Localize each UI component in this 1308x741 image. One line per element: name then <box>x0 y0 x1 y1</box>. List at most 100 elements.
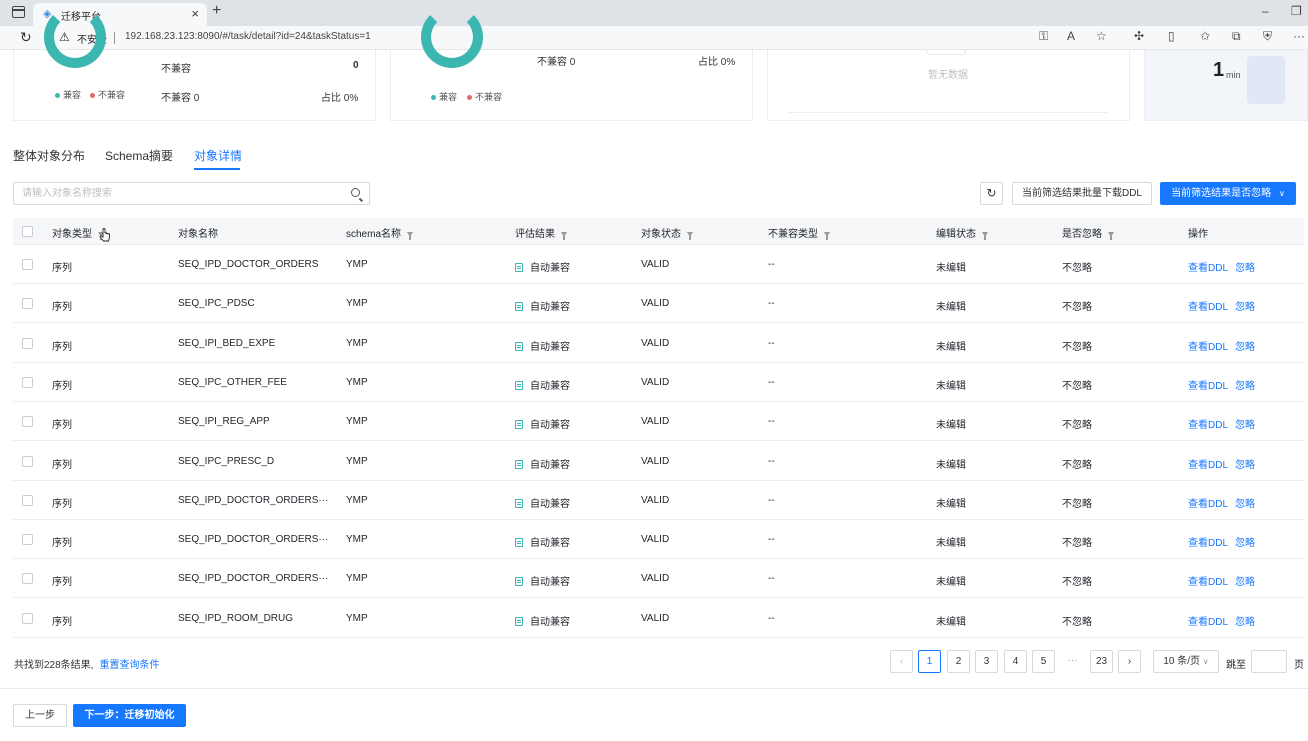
favorites-icon[interactable]: ✩ <box>1200 29 1210 43</box>
window-menu-icon[interactable] <box>12 6 25 18</box>
view-ddl-link[interactable]: 查看DDL <box>1188 538 1228 549</box>
prev-page-button[interactable]: ‹ <box>890 650 913 673</box>
cell-assess-result: 自动兼容 <box>515 613 570 628</box>
view-ddl-link[interactable]: 查看DDL <box>1188 577 1228 588</box>
restore-icon[interactable]: ❐ <box>1291 4 1302 18</box>
view-ddl-link[interactable]: 查看DDL <box>1188 342 1228 353</box>
next-page-button[interactable]: › <box>1118 650 1141 673</box>
cell-assess-result: 自动兼容 <box>515 534 570 549</box>
page-button[interactable]: 3 <box>975 650 998 673</box>
prev-step-button[interactable]: 上一步 <box>13 704 67 727</box>
table-row[interactable]: 序列 SEQ_IPD_DOCTOR_ORDERS··· YMP 自动兼容 VALID --… <box>13 559 1304 599</box>
url-text[interactable]: 192.168.23.123:8090/#/task/detail?id=24&… <box>125 31 371 42</box>
refresh-button[interactable]: ↻ <box>980 182 1003 205</box>
table-row[interactable]: 序列 SEQ_IPD_DOCTOR_ORDERS··· YMP 自动兼容 VALID --… <box>13 481 1304 520</box>
more-icon[interactable]: ··· <box>1293 29 1305 43</box>
favorite-star-icon[interactable]: ☆ <box>1096 29 1107 43</box>
row-checkbox[interactable] <box>22 337 33 349</box>
view-ddl-link[interactable]: 查看DDL <box>1188 617 1228 628</box>
ignore-link[interactable]: 忽略 <box>1235 342 1255 353</box>
search-input[interactable] <box>14 183 334 204</box>
row-checkbox[interactable] <box>22 573 33 585</box>
filter-icon[interactable] <box>407 231 414 240</box>
ignore-link[interactable]: 忽略 <box>1235 381 1255 392</box>
new-tab-icon[interactable]: + <box>212 2 221 20</box>
cell-assess-result: 自动兼容 <box>515 495 570 510</box>
key-icon[interactable]: ⚿ <box>1039 29 1048 44</box>
shield-icon[interactable]: ⛨ <box>1263 29 1272 44</box>
view-ddl-link[interactable]: 查看DDL <box>1188 499 1228 510</box>
col-incompat-type: 不兼容类型 <box>768 225 830 240</box>
extensions-icon[interactable]: ✣ <box>1134 29 1144 43</box>
cell-object-name: SEQ_IPI_REG_APP <box>178 416 270 428</box>
view-ddl-link[interactable]: 查看DDL <box>1188 263 1228 274</box>
view-ddl-link[interactable]: 查看DDL <box>1188 420 1228 431</box>
ignore-link[interactable]: 忽略 <box>1235 577 1255 588</box>
row-checkbox[interactable] <box>22 455 33 467</box>
cell-object-name: SEQ_IPD_DOCTOR_ORDERS <box>178 259 319 270</box>
filter-icon[interactable] <box>982 231 988 240</box>
compat-dot <box>431 94 436 100</box>
tab-close-icon[interactable]: × <box>191 6 199 21</box>
filter-icon[interactable] <box>687 231 693 240</box>
table-row[interactable]: 序列 SEQ_IPD_DOCTOR_ORDERS YMP 自动兼容 VALID -- 未编辑… <box>13 245 1304 284</box>
download-ddl-button[interactable]: 当前筛选结果批量下载DDL <box>1012 182 1152 205</box>
next-step-button[interactable]: 下一步：迁移初始化 <box>73 704 186 727</box>
minimize-icon[interactable]: – <box>1262 4 1269 18</box>
jump-page-input[interactable] <box>1251 650 1287 673</box>
row-checkbox[interactable] <box>22 259 33 270</box>
view-ddl-link[interactable]: 查看DDL <box>1188 381 1228 392</box>
filter-icon[interactable] <box>1108 231 1114 240</box>
legend-incompat: 不兼容 <box>90 88 125 101</box>
ignore-link[interactable]: 忽略 <box>1235 460 1255 471</box>
page-ellipsis[interactable]: ··· <box>1061 650 1084 673</box>
table-row[interactable]: 序列 SEQ_IPC_PRESC_D YMP 自动兼容 VALID -- 未编辑 不忽略 查看D… <box>13 442 1304 481</box>
row-checkbox[interactable] <box>22 376 33 388</box>
ignore-dropdown-button[interactable]: 当前筛选结果是否忽略 ∨ <box>1160 182 1296 205</box>
reload-icon[interactable]: ↻ <box>20 29 32 46</box>
cell-assess-result: 自动兼容 <box>515 456 570 471</box>
tab-object-detail[interactable]: 对象详情 <box>194 147 242 164</box>
table-row[interactable]: 序列 SEQ_IPD_ROOM_DRUG YMP 自动兼容 VALID -- 未编辑 不忽略 查… <box>13 599 1304 638</box>
page-size-select[interactable]: 10 条/页 ∨ <box>1153 650 1219 673</box>
table-row[interactable]: 序列 SEQ_IPC_PDSC YMP 自动兼容 VALID -- 未编辑 不忽略 查看DDL 忽… <box>13 284 1304 324</box>
table-row[interactable]: 序列 SEQ_IPD_DOCTOR_ORDERS··· YMP 自动兼容 VALID --… <box>13 520 1304 560</box>
read-aloud-icon[interactable]: A <box>1067 29 1075 43</box>
collections-icon[interactable]: ⧉ <box>1232 29 1241 44</box>
summary-card-2: 不兼容 0 占比 0% 兼容 不兼容 <box>390 6 753 121</box>
table-row[interactable]: 序列 SEQ_IPC_OTHER_FEE YMP 自动兼容 VALID -- 未编辑 不忽略 查… <box>13 363 1304 402</box>
ignore-link[interactable]: 忽略 <box>1235 263 1255 274</box>
ignore-link[interactable]: 忽略 <box>1235 617 1255 628</box>
page-button[interactable]: 2 <box>947 650 970 673</box>
page-button[interactable]: 4 <box>1004 650 1027 673</box>
summary-card-4: 1 min <box>1144 50 1308 121</box>
ignore-link[interactable]: 忽略 <box>1235 420 1255 431</box>
row-checkbox[interactable] <box>22 612 33 624</box>
row-checkbox[interactable] <box>22 494 33 506</box>
select-all-checkbox[interactable] <box>22 226 33 237</box>
filter-icon[interactable] <box>824 231 830 240</box>
search-icon[interactable] <box>351 188 360 197</box>
page-button[interactable]: 5 <box>1032 650 1055 673</box>
ignore-link[interactable]: 忽略 <box>1235 538 1255 549</box>
row-checkbox[interactable] <box>22 298 33 310</box>
tab-schema-summary[interactable]: Schema摘要 <box>105 147 173 164</box>
ignore-link[interactable]: 忽略 <box>1235 302 1255 313</box>
page-button[interactable]: 1 <box>918 650 941 673</box>
row-checkbox[interactable] <box>22 416 33 428</box>
reset-query-link[interactable]: 重置查询条件 <box>99 660 159 671</box>
row-checkbox[interactable] <box>22 534 33 546</box>
card-divider <box>788 112 1108 113</box>
ignore-link[interactable]: 忽略 <box>1235 499 1255 510</box>
tab-object-distribution[interactable]: 整体对象分布 <box>13 147 85 164</box>
table-row[interactable]: 序列 SEQ_IPI_BED_EXPE YMP 自动兼容 VALID -- 未编辑 不忽略 查看… <box>13 324 1304 363</box>
view-ddl-link[interactable]: 查看DDL <box>1188 460 1228 471</box>
split-screen-icon[interactable]: ▯ <box>1168 29 1175 43</box>
page-button[interactable]: 23 <box>1090 650 1113 673</box>
table-row[interactable]: 序列 SEQ_IPI_REG_APP YMP 自动兼容 VALID -- 未编辑 不忽略 查看D… <box>13 402 1304 442</box>
view-ddl-link[interactable]: 查看DDL <box>1188 302 1228 313</box>
cell-object-name: SEQ_IPC_PRESC_D <box>178 455 275 467</box>
cell-incompat-type: -- <box>768 534 775 546</box>
result-summary: 共找到228条结果, 重置查询条件 <box>14 656 159 671</box>
filter-icon[interactable] <box>561 231 567 240</box>
